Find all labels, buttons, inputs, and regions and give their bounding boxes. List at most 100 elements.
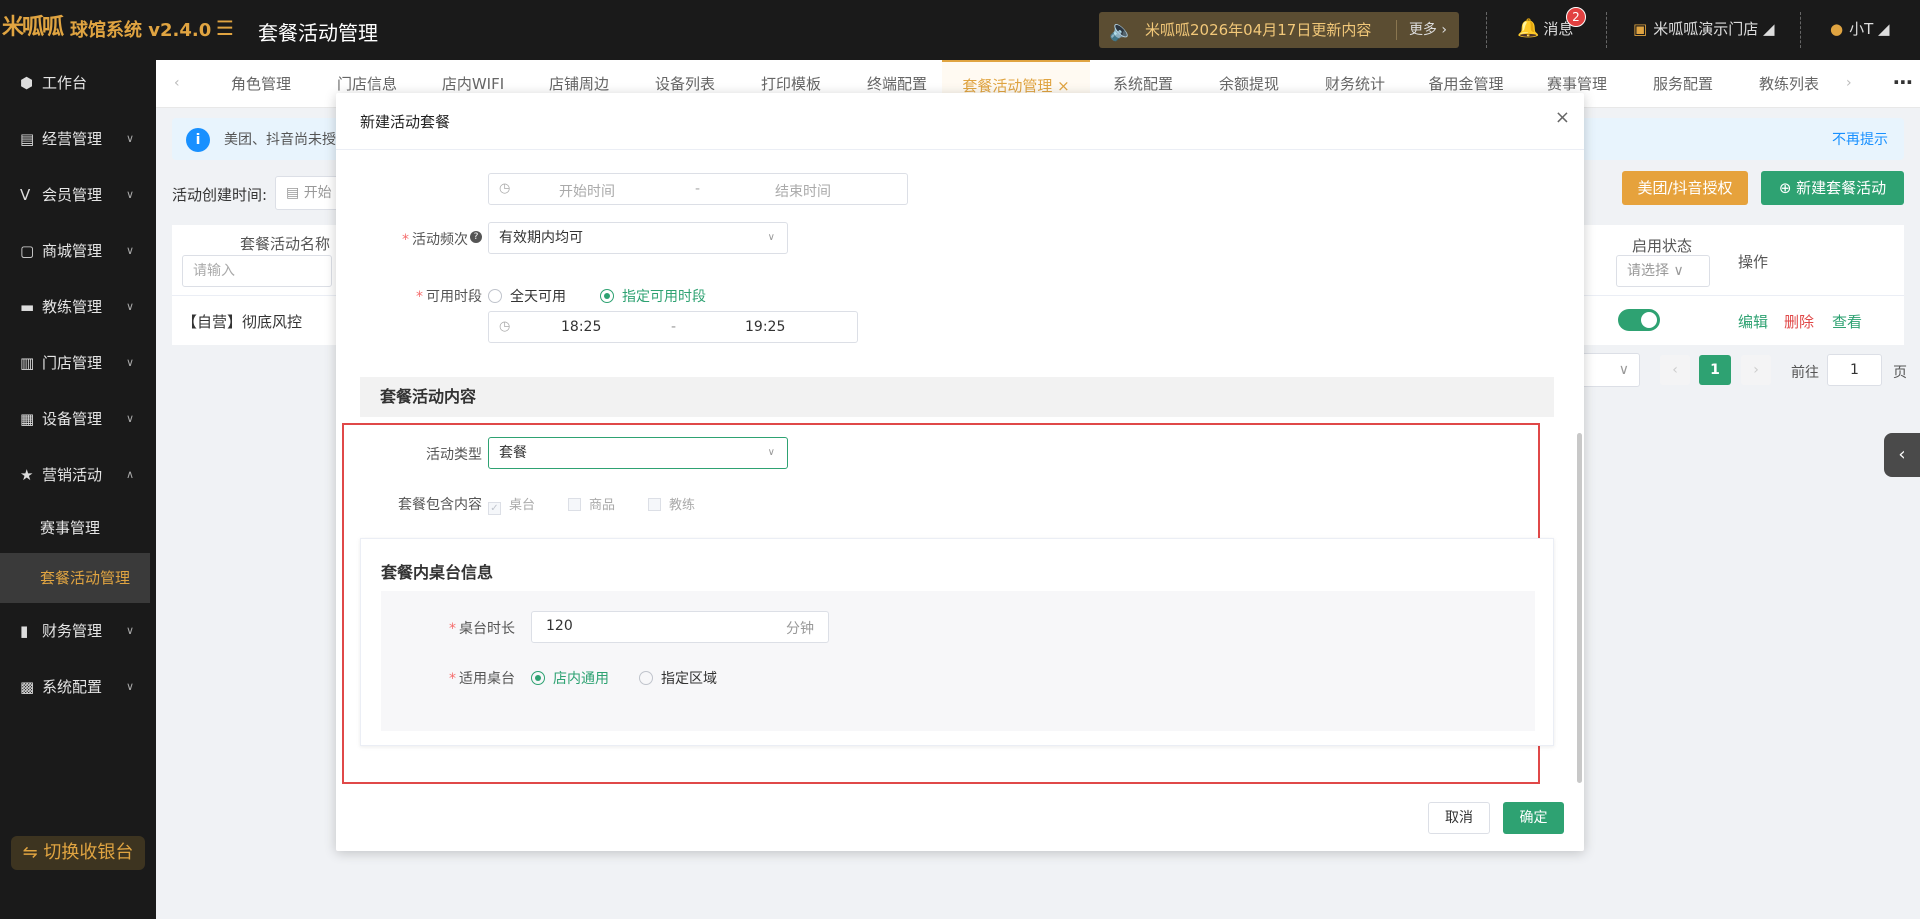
goto-page-input[interactable]: 1 (1827, 354, 1882, 386)
bell-icon: 🔔 (1517, 18, 1540, 39)
checkbox-table[interactable]: ✓ 桌台 (488, 494, 535, 515)
sidebar-item-label: 工作台 (42, 74, 88, 92)
toggle-knob (1641, 312, 1657, 328)
store-switcher[interactable]: ▣ 米呱呱演示门店 ◢ (1633, 18, 1775, 39)
goto-label: 前往 (1791, 365, 1819, 381)
radio-specific-area[interactable]: 指定区域 (639, 668, 717, 688)
radio-store-wide[interactable]: 店内通用 (531, 668, 609, 688)
tabs-scroll-right-icon[interactable]: › (1846, 60, 1852, 108)
close-icon[interactable]: × (1555, 107, 1570, 128)
status-filter-select[interactable]: 请选择 ∨ (1616, 255, 1710, 287)
sidebar-item-settings[interactable]: ▩ 系统配置 ∨ (0, 667, 156, 707)
checkbox-label: 商品 (589, 498, 616, 513)
radio-circle (488, 289, 502, 303)
sidebar-item-workbench[interactable]: ⬢ 工作台 (0, 63, 156, 103)
time-range-picker[interactable]: ◷ 18:25 - 19:25 (488, 311, 858, 343)
chevron-down-icon: ∨ (125, 300, 134, 313)
cancel-button[interactable]: 取消 (1428, 802, 1490, 834)
tab[interactable]: 角色管理 (208, 60, 314, 108)
sidebar-subitem-package-activity[interactable]: 套餐活动管理 (0, 553, 150, 603)
speaker-icon: 🔈 (1109, 18, 1134, 42)
sidebar-item-store[interactable]: ▥ 门店管理 ∨ (0, 343, 156, 383)
tabs-scroll-left-icon[interactable]: ‹ (174, 60, 180, 108)
enabled-toggle[interactable] (1618, 309, 1660, 331)
view-link[interactable]: 查看 (1832, 311, 1862, 332)
scrollbar[interactable] (1577, 433, 1582, 783)
user-icon: ● (1830, 20, 1844, 38)
sidebar-item-finance[interactable]: ▮ 财务管理 ∨ (0, 611, 156, 651)
range-separator: - (695, 181, 701, 197)
shop-icon: ▢ (20, 242, 35, 260)
device-icon: ▦ (20, 410, 35, 428)
chevron-down-icon: ∨ (125, 412, 134, 425)
checkbox-coach[interactable]: 教练 (648, 494, 695, 513)
table-cell-name: 【自营】彻底风控 (182, 313, 303, 331)
menu-toggle-icon[interactable]: ☰ (216, 16, 234, 40)
radio-specific-time[interactable]: 指定可用时段 (600, 286, 706, 306)
more-icon[interactable]: ⋯ (1886, 60, 1920, 108)
applies-label-text: 适用桌台 (459, 671, 515, 687)
chevron-down-icon: ∨ (125, 680, 134, 693)
end-time-placeholder: 结束时间 (775, 184, 831, 200)
notice-text[interactable]: 米呱呱2026年04月17日更新内容 (1145, 12, 1371, 48)
divider (336, 149, 1584, 150)
start-time: 18:25 (561, 319, 602, 335)
checkbox-label: 桌台 (509, 498, 536, 513)
info-icon: i (186, 128, 210, 152)
duration-input[interactable]: 120 分钟 (531, 611, 829, 643)
brand-title: 球馆系统 v2.4.0 (70, 20, 212, 41)
divider (1606, 12, 1607, 48)
radio-label: 店内通用 (553, 671, 609, 687)
new-package-activity-button[interactable]: ⊕ 新建套餐活动 (1761, 171, 1904, 205)
clock-icon: ◷ (499, 319, 511, 334)
update-notice[interactable]: 🔈 米呱呱2026年04月17日更新内容 更多 › (1099, 12, 1459, 48)
dismiss-link[interactable]: 不再提示 (1832, 129, 1888, 149)
frequency-select[interactable]: 有效期内均可 ∨ (488, 222, 788, 254)
sidebar-subitem-events[interactable]: 赛事管理 (0, 503, 150, 553)
current-page[interactable]: 1 (1699, 355, 1731, 385)
chevron-up-icon: ∧ (125, 468, 134, 481)
confirm-button[interactable]: 确定 (1503, 802, 1564, 834)
available-time-label-text: 可用时段 (426, 289, 482, 305)
help-icon[interactable]: ? (470, 231, 482, 243)
table-info-body: * 桌台时长 120 分钟 * 适用桌台 店内通用 指定区域 (381, 591, 1535, 731)
sidebar-item-member[interactable]: V 会员管理 ∨ (0, 175, 156, 215)
sidebar-item-label: 门店管理 (42, 354, 103, 372)
store-icon: ▣ (1633, 20, 1648, 38)
created-date-picker[interactable]: ▤ 开始 (275, 176, 345, 210)
notice-more-label: 更多 (1408, 22, 1437, 38)
table-info-title: 套餐内桌台信息 (381, 563, 494, 582)
next-page-button[interactable]: › (1741, 355, 1771, 385)
name-filter-input[interactable]: 请输入 (182, 255, 332, 287)
edit-link[interactable]: 编辑 (1738, 311, 1768, 332)
chevron-down-icon: ∨ (767, 232, 775, 243)
cube-icon: ⬢ (20, 74, 34, 92)
sidebar-item-coach[interactable]: ▬ 教练管理 ∨ (0, 287, 156, 327)
radio-all-day[interactable]: 全天可用 (488, 286, 566, 306)
activity-type-select[interactable]: 套餐 ∨ (488, 437, 788, 469)
duration-unit: 分钟 (786, 621, 814, 637)
collapse-panel-icon[interactable]: ‹ (1884, 433, 1920, 477)
sidebar-item-mall[interactable]: ▢ 商城管理 ∨ (0, 231, 156, 271)
sidebar-item-device[interactable]: ▦ 设备管理 ∨ (0, 399, 156, 439)
sidebar-item-business[interactable]: ▤ 经营管理 ∨ (0, 119, 156, 159)
delete-link[interactable]: 删除 (1784, 311, 1814, 332)
end-time: 19:25 (745, 319, 786, 335)
modal-title: 新建活动套餐 (360, 113, 451, 131)
switch-cashier-button[interactable]: ⇋ 切换收银台 (11, 836, 145, 870)
checkbox-goods[interactable]: 商品 (568, 494, 615, 513)
tab[interactable]: 服务配置 (1630, 60, 1736, 108)
includes-label: 套餐包含内容 (398, 497, 482, 513)
validity-date-range[interactable]: ◷ 开始时间 - 结束时间 (488, 173, 908, 205)
chevron-down-icon: ∨ (125, 244, 134, 257)
messages-button[interactable]: 🔔 消息 (1517, 18, 1573, 39)
column-header-name: 套餐活动名称 (240, 235, 331, 253)
radio-circle (600, 289, 614, 303)
meituan-douyin-auth-button[interactable]: 美团/抖音授权 (1622, 171, 1748, 205)
user-menu[interactable]: ● 小T ◢ (1830, 18, 1890, 39)
tab[interactable]: 教练列表 (1736, 60, 1842, 108)
chevron-down-icon: ∨ (125, 356, 134, 369)
sidebar-item-marketing[interactable]: ★ 营销活动 ∧ (0, 455, 156, 495)
notice-more-link[interactable]: 更多 › (1395, 20, 1459, 40)
prev-page-button[interactable]: ‹ (1660, 355, 1690, 385)
